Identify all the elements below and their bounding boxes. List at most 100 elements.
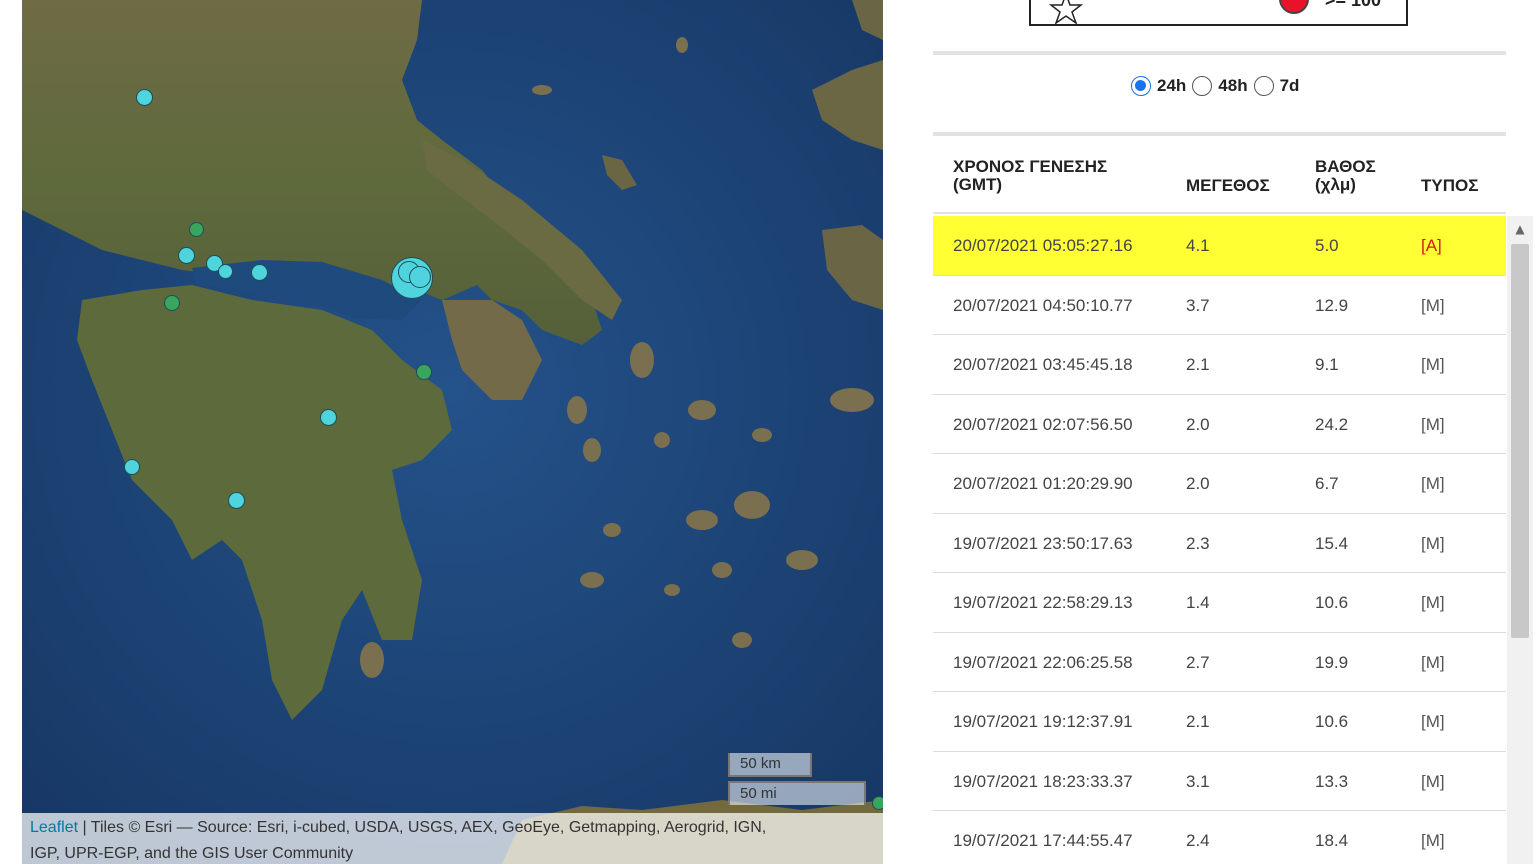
- cell-time: 19/07/2021 18:23:33.37: [953, 771, 1133, 791]
- earthquake-marker[interactable]: [320, 409, 337, 426]
- magnitude-legend: >= 100: [1029, 0, 1408, 26]
- cell-magnitude: 2.1: [1186, 355, 1210, 374]
- earthquake-marker[interactable]: [218, 264, 233, 279]
- earthquake-marker[interactable]: [189, 222, 204, 237]
- table-row[interactable]: 19/07/2021 17:44:55.47 2.4 18.4 [M]: [933, 811, 1506, 864]
- radio-button[interactable]: [1192, 76, 1213, 96]
- earthquake-marker[interactable]: [251, 264, 268, 281]
- table-row[interactable]: 19/07/2021 22:58:29.13 1.4 10.6 [M]: [933, 573, 1506, 633]
- scrollbar-thumb[interactable]: [1511, 244, 1529, 638]
- cell-type: [M]: [1421, 593, 1445, 612]
- cell-magnitude: 3.7: [1186, 295, 1210, 315]
- period-label: 24h: [1157, 76, 1187, 95]
- cell-depth: 15.4: [1315, 533, 1349, 553]
- header-magnitude[interactable]: ΜΕΓΕΘΟΣ: [1186, 177, 1270, 195]
- earthquake-marker[interactable]: [228, 492, 245, 509]
- legend-label: >= 100: [1325, 0, 1382, 10]
- cell-time: 20/07/2021 04:50:10.77: [953, 295, 1133, 315]
- radio-button[interactable]: [1253, 76, 1274, 96]
- table-row[interactable]: 20/07/2021 05:05:27.16 4.1 5.0 [A]: [933, 216, 1506, 276]
- cell-time: 19/07/2021 19:12:37.91: [953, 712, 1133, 731]
- table-row[interactable]: 20/07/2021 02:07:56.50 2.0 24.2 [M]: [933, 395, 1506, 454]
- attribution-text-line1: | Tiles © Esri — Source: Esri, i-cubed, …: [78, 819, 767, 836]
- cell-magnitude: 2.1: [1186, 712, 1210, 731]
- cell-magnitude: 2.3: [1186, 533, 1210, 553]
- divider: [933, 51, 1506, 55]
- table-row[interactable]: 20/07/2021 01:20:29.90 2.0 6.7 [M]: [933, 454, 1506, 514]
- cell-magnitude: 2.0: [1186, 414, 1210, 434]
- period-label: 7d: [1279, 76, 1300, 95]
- earthquake-marker[interactable]: [872, 796, 883, 810]
- table-header: ΧΡΟΝΟΣ ΓΕΝΕΣΗΣ (GMT) ΜΕΓΕΘΟΣ ΒΑΘΟΣ (χλμ)…: [933, 150, 1506, 214]
- period-option-48h[interactable]: 48h: [1192, 76, 1248, 96]
- cell-type: [M]: [1421, 355, 1445, 374]
- header-depth[interactable]: ΒΑΘΟΣ (χλμ): [1315, 158, 1376, 194]
- earthquake-marker[interactable]: [136, 89, 153, 106]
- cell-type: [M]: [1421, 831, 1445, 850]
- cell-magnitude: 3.1: [1186, 771, 1210, 791]
- cell-type: [M]: [1421, 712, 1445, 731]
- period-option-24h[interactable]: 24h: [1131, 76, 1186, 96]
- cell-depth: 13.3: [1315, 771, 1349, 791]
- cell-magnitude: 2.4: [1186, 831, 1210, 850]
- table-row[interactable]: 19/07/2021 23:50:17.63 2.3 15.4 [M]: [933, 514, 1506, 573]
- map-view[interactable]: 50 km 50 mi Leaflet | Tiles © Esri — Sou…: [22, 0, 883, 864]
- header-type[interactable]: ΤΥΠΟΣ: [1421, 177, 1478, 195]
- cell-magnitude: 1.4: [1186, 593, 1210, 612]
- attribution-text-line2: IGP, UPR-EGP, and the GIS User Community: [30, 845, 354, 862]
- cell-type: [A]: [1421, 236, 1442, 255]
- satellite-basemap: [22, 0, 883, 864]
- scale-bar-km: 50 km: [728, 753, 812, 777]
- cell-depth: 10.6: [1315, 593, 1349, 612]
- earthquake-panel: >= 100 24h 48h 7d ΧΡΟΝΟΣ ΓΕΝΕΣΗΣ (GMT) Μ…: [883, 0, 1536, 864]
- cell-time: 20/07/2021 02:07:56.50: [953, 414, 1133, 434]
- map-attribution: Leaflet | Tiles © Esri — Source: Esri, i…: [22, 813, 883, 864]
- table-scrollbar[interactable]: ▲: [1507, 216, 1533, 864]
- cell-type: [M]: [1421, 474, 1445, 493]
- period-option-7d[interactable]: 7d: [1253, 76, 1300, 96]
- star-icon: [1049, 0, 1083, 25]
- cell-type: [M]: [1421, 414, 1445, 434]
- cell-type: [M]: [1421, 295, 1445, 315]
- earthquake-marker[interactable]: [124, 459, 140, 475]
- cell-type: [M]: [1421, 771, 1445, 791]
- table-row[interactable]: 19/07/2021 22:06:25.58 2.7 19.9 [M]: [933, 633, 1506, 692]
- cell-depth: 18.4: [1315, 831, 1349, 850]
- period-label: 48h: [1218, 76, 1248, 95]
- earthquake-marker[interactable]: [416, 364, 432, 380]
- scroll-up-arrow-icon[interactable]: ▲: [1507, 216, 1533, 242]
- table-row[interactable]: 19/07/2021 18:23:33.37 3.1 13.3 [M]: [933, 752, 1506, 811]
- cell-time: 20/07/2021 05:05:27.16: [953, 236, 1133, 255]
- earthquake-marker[interactable]: [409, 266, 431, 288]
- cell-time: 20/07/2021 03:45:45.18: [953, 355, 1133, 374]
- cell-depth: 5.0: [1315, 236, 1339, 255]
- table-row[interactable]: 19/07/2021 19:12:37.91 2.1 10.6 [M]: [933, 692, 1506, 752]
- scale-bar-mi: 50 mi: [728, 781, 866, 805]
- earthquake-marker[interactable]: [164, 295, 180, 311]
- cell-depth: 9.1: [1315, 355, 1339, 374]
- cell-type: [M]: [1421, 533, 1445, 553]
- cell-time: 19/07/2021 17:44:55.47: [953, 831, 1133, 850]
- earthquake-table-body: 20/07/2021 05:05:27.16 4.1 5.0 [A] 20/07…: [933, 216, 1506, 864]
- cell-magnitude: 4.1: [1186, 236, 1210, 255]
- cell-time: 19/07/2021 23:50:17.63: [953, 533, 1133, 553]
- cell-time: 20/07/2021 01:20:29.90: [953, 474, 1133, 493]
- cell-type: [M]: [1421, 652, 1445, 672]
- leaflet-link[interactable]: Leaflet: [30, 819, 78, 836]
- cell-magnitude: 2.7: [1186, 652, 1210, 672]
- cell-depth: 19.9: [1315, 652, 1349, 672]
- divider: [933, 132, 1506, 136]
- cell-time: 19/07/2021 22:58:29.13: [953, 593, 1133, 612]
- table-row[interactable]: 20/07/2021 04:50:10.77 3.7 12.9 [M]: [933, 276, 1506, 335]
- cell-depth: 6.7: [1315, 474, 1339, 493]
- cell-magnitude: 2.0: [1186, 474, 1210, 493]
- table-row[interactable]: 20/07/2021 03:45:45.18 2.1 9.1 [M]: [933, 335, 1506, 395]
- radio-button-checked[interactable]: [1131, 76, 1151, 96]
- legend-red-dot: [1279, 0, 1309, 14]
- header-time[interactable]: ΧΡΟΝΟΣ ΓΕΝΕΣΗΣ (GMT): [953, 158, 1107, 194]
- earthquake-marker[interactable]: [178, 247, 195, 264]
- period-selector: 24h 48h 7d: [1131, 76, 1303, 96]
- cell-depth: 24.2: [1315, 414, 1349, 434]
- cell-time: 19/07/2021 22:06:25.58: [953, 652, 1133, 672]
- cell-depth: 12.9: [1315, 295, 1349, 315]
